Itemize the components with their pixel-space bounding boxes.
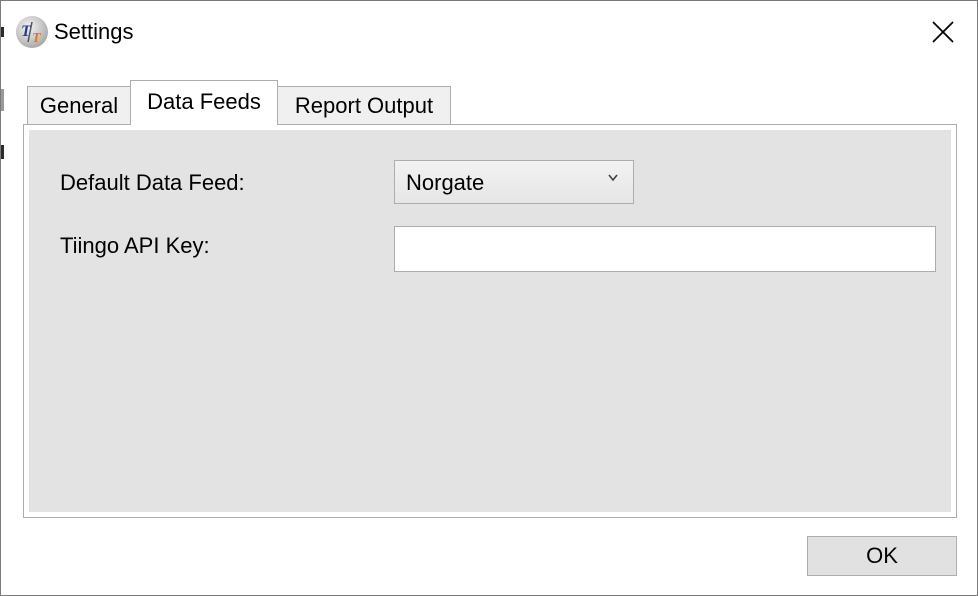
ok-button[interactable]: OK xyxy=(807,536,957,576)
tiingo-api-key-label: Tiingo API Key: xyxy=(60,233,210,258)
close-button[interactable] xyxy=(919,9,967,55)
settings-dialog: T T Settings General Data Feeds Report O… xyxy=(0,0,978,596)
title-bar: T T Settings xyxy=(1,1,977,63)
default-data-feed-dropdown[interactable]: Norgate xyxy=(394,160,634,204)
tab-data-feeds[interactable]: Data Feeds xyxy=(130,80,278,125)
window-title: Settings xyxy=(54,19,134,44)
tab-label: General xyxy=(39,92,119,118)
tab-label: Data Feeds xyxy=(147,89,261,114)
app-logo-icon: T T xyxy=(16,16,48,48)
tiingo-api-key-input[interactable] xyxy=(394,226,936,272)
tab-panel: Default Data Feed: Norgate Tiingo API Ke… xyxy=(23,124,957,518)
default-data-feed-label: Default Data Feed: xyxy=(60,170,245,195)
dropdown-selected-value: Norgate xyxy=(406,170,485,195)
tab-label: Report Output xyxy=(294,92,434,118)
close-icon xyxy=(932,21,954,43)
background-window-edge xyxy=(1,145,4,159)
tab-report-output[interactable]: Report Output xyxy=(277,86,451,124)
tab-general[interactable]: General xyxy=(27,86,131,124)
svg-text:T: T xyxy=(32,31,42,46)
tab-panel-content: Default Data Feed: Norgate Tiingo API Ke… xyxy=(29,130,951,512)
background-window-edge xyxy=(1,89,4,111)
ok-button-label: OK xyxy=(866,543,898,568)
chevron-down-icon xyxy=(608,174,618,182)
